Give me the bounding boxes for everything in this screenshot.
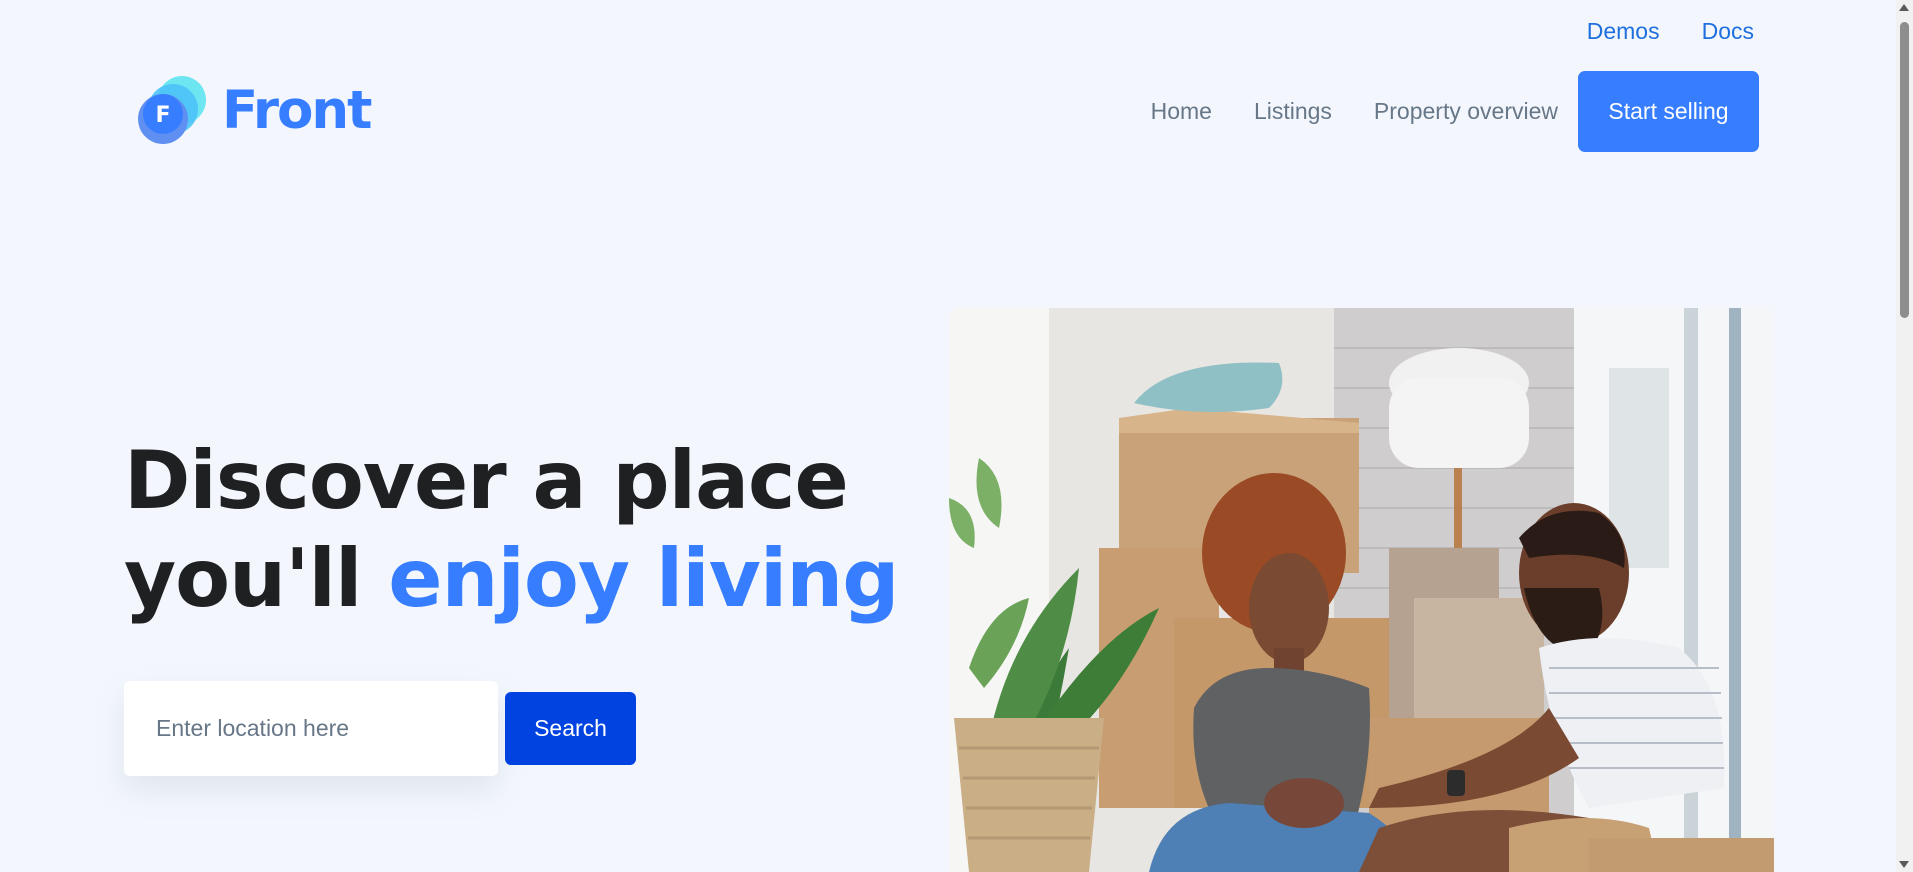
main-nav: Home Listings Property overview Start se…	[1151, 71, 1759, 152]
scrollbar-thumb[interactable]	[1900, 22, 1909, 318]
hero-title: Discover a place you'll enjoy living	[124, 432, 899, 628]
search-button[interactable]: Search	[505, 692, 636, 765]
hero-title-accent: enjoy living	[388, 532, 899, 625]
svg-text:F: F	[155, 103, 170, 128]
page-scrollbar[interactable]	[1896, 0, 1913, 872]
brand-logo[interactable]: F Front	[136, 74, 372, 146]
docs-link[interactable]: Docs	[1702, 18, 1754, 45]
scroll-down-arrow-icon[interactable]	[1899, 861, 1909, 868]
brand-name: Front	[222, 79, 372, 141]
nav-item-home[interactable]: Home	[1151, 98, 1212, 125]
nav-item-property-overview[interactable]: Property overview	[1374, 98, 1558, 125]
nav-item-listings[interactable]: Listings	[1254, 98, 1332, 125]
couple-moving-boxes-photo-icon	[949, 308, 1774, 872]
location-search-input[interactable]	[154, 714, 478, 743]
demos-link[interactable]: Demos	[1587, 18, 1660, 45]
top-utility-links: Demos Docs	[1587, 18, 1754, 45]
hero-title-line2: you'll	[124, 532, 389, 625]
start-selling-button[interactable]: Start selling	[1578, 71, 1759, 152]
scroll-up-arrow-icon[interactable]	[1899, 4, 1909, 11]
front-logo-icon: F	[136, 74, 208, 146]
hero-image	[949, 308, 1774, 872]
location-search-box	[124, 681, 498, 776]
hero-title-line1: Discover a place	[124, 434, 849, 527]
